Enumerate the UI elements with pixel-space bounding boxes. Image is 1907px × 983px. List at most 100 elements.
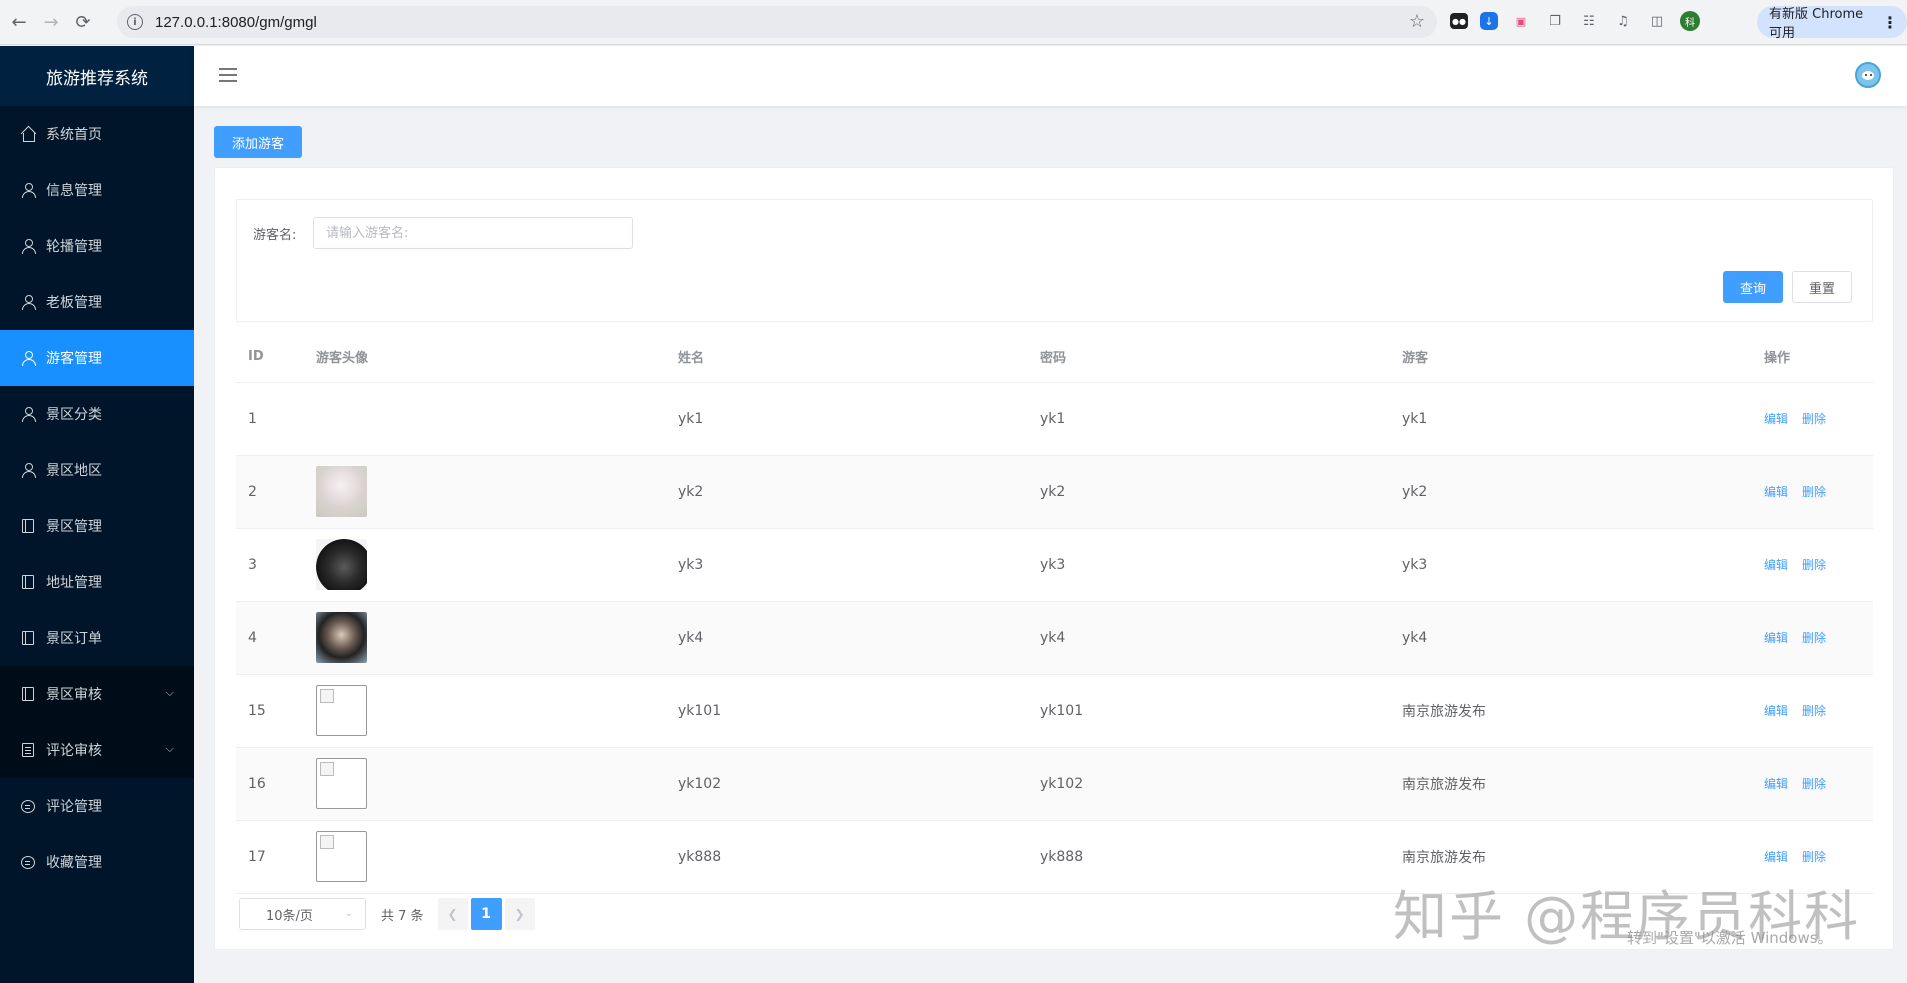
table-row: 4 yk4 yk4 yk4 编辑 删除 [236,601,1873,675]
back-icon[interactable]: ← [6,9,32,35]
sidebar-item-label: 游客管理 [46,351,102,367]
table-row: 15 yk101 yk101 南京旅游发布 编辑 删除 [236,674,1873,748]
extensions-bar: ●● ↓ ▣ ❐ ☷ ♫ ◫ 科 [1450,10,1700,32]
sidebar-item-1[interactable]: 信息管理 [0,162,194,218]
sidebar-item-label: 轮播管理 [46,239,102,255]
download-extension-icon[interactable]: ↓ [1480,12,1498,30]
next-page-icon[interactable]: ❯ [504,898,535,930]
cell-avatar [304,528,666,602]
sidebar-item-11[interactable]: 评论审核 ⌵ [0,722,194,778]
sidebar-item-6[interactable]: 景区地区 [0,442,194,498]
cell-password: yk1 [1028,382,1390,456]
cell-id: 1 [236,382,304,456]
visitor-avatar [316,466,367,517]
cell-name: yk101 [666,674,1028,748]
cell-avatar [304,747,666,821]
reset-button[interactable]: 重置 [1792,271,1852,303]
edit-button[interactable]: 编辑 [1764,412,1788,426]
sidebar-item-label: 老板管理 [46,295,102,311]
header-password[interactable]: 密码 [1028,332,1390,383]
sidebar-item-label: 景区管理 [46,519,102,535]
visitor-name-search-input[interactable] [313,217,633,249]
gamepad-extension-icon[interactable]: ●● [1450,13,1468,29]
visitor-avatar [316,612,367,663]
cell-password: yk888 [1028,820,1390,894]
url-text[interactable]: 127.0.0.1:8080/gm/gmgl [155,14,317,31]
sidebar-item-2[interactable]: 轮播管理 [0,218,194,274]
search-panel: 游客名: 查询 重置 [236,199,1873,322]
doc-icon [20,742,36,758]
sidebar-item-label: 信息管理 [46,183,102,199]
sidebar-item-9[interactable]: 景区订单 [0,610,194,666]
page-size-select[interactable]: 10条/页 ⌄ [239,898,366,930]
puzzle-extension-icon[interactable]: ☷ [1578,10,1600,32]
cell-password: yk2 [1028,455,1390,529]
sidebar-item-0[interactable]: 系统首页 [0,106,194,162]
header-id[interactable]: ID [236,332,304,383]
sidebar-item-label: 评论管理 [46,799,102,815]
cell-password: yk101 [1028,674,1390,748]
edit-button[interactable]: 编辑 [1764,631,1788,645]
sidebar-item-8[interactable]: 地址管理 [0,554,194,610]
user-icon [20,294,36,310]
forward-icon[interactable]: → [38,9,64,35]
edit-button[interactable]: 编辑 [1764,485,1788,499]
delete-button[interactable]: 删除 [1802,412,1826,426]
site-info-icon[interactable]: i [127,14,143,30]
chevron-down-icon: ⌵ [165,742,174,755]
bookmark-star-icon[interactable]: ☆ [1409,11,1425,32]
header-avatar[interactable]: 游客头像 [304,332,666,383]
edit-button[interactable]: 编辑 [1764,777,1788,791]
chrome-update-text: 有新版 Chrome 可用 [1769,7,1864,41]
sidebar-item-10[interactable]: 景区审核 ⌵ [0,666,194,722]
delete-button[interactable]: 删除 [1802,850,1826,864]
cell-actions: 编辑 删除 [1752,601,1873,675]
cell-visitor: 南京旅游发布 [1390,674,1752,748]
sidebar-item-4[interactable]: 游客管理 [0,330,194,386]
copy-extension-icon[interactable]: ❐ [1544,10,1566,32]
profile-avatar-icon[interactable]: 科 [1680,11,1700,31]
menu-toggle-icon[interactable] [219,68,237,82]
header-name[interactable]: 姓名 [666,332,1028,383]
address-bar[interactable]: i 127.0.0.1:8080/gm/gmgl ☆ [117,6,1437,38]
sidebar-item-label: 收藏管理 [46,855,102,871]
cell-password: yk3 [1028,528,1390,602]
sidebar-item-5[interactable]: 景区分类 [0,386,194,442]
media-control-icon[interactable]: ♫ [1612,10,1634,32]
chrome-update-badge[interactable]: 有新版 Chrome 可用 ⋮ [1757,6,1907,41]
cell-visitor: yk1 [1390,382,1752,456]
edit-button[interactable]: 编辑 [1764,558,1788,572]
sidebar-item-13[interactable]: 收藏管理 [0,834,194,890]
user-avatar[interactable] [1855,62,1881,88]
visitor-avatar [316,539,367,590]
header-visitor[interactable]: 游客 [1390,332,1752,383]
pink-extension-icon[interactable]: ▣ [1510,10,1532,32]
cell-name: yk2 [666,455,1028,529]
cell-name: yk102 [666,747,1028,821]
prev-page-icon[interactable]: ❮ [437,898,468,930]
edit-button[interactable]: 编辑 [1764,704,1788,718]
delete-button[interactable]: 删除 [1802,631,1826,645]
sidebar-item-7[interactable]: 景区管理 [0,498,194,554]
side-panel-icon[interactable]: ◫ [1646,10,1668,32]
delete-button[interactable]: 删除 [1802,777,1826,791]
sidebar-item-label: 评论审核 [46,743,102,759]
delete-button[interactable]: 删除 [1802,558,1826,572]
sidebar-item-label: 景区审核 [46,687,102,703]
cell-id: 2 [236,455,304,529]
delete-button[interactable]: 删除 [1802,485,1826,499]
page-size-value: 10条/页 [266,908,313,924]
cell-name: yk1 [666,382,1028,456]
cell-visitor: yk3 [1390,528,1752,602]
page-number[interactable]: 1 [470,898,502,930]
reload-icon[interactable]: ⟳ [70,9,96,35]
sidebar-item-12[interactable]: 评论管理 [0,778,194,834]
total-count: 共 7 条 [381,908,424,924]
add-visitor-button[interactable]: 添加游客 [214,126,302,158]
delete-button[interactable]: 删除 [1802,704,1826,718]
query-button[interactable]: 查询 [1723,271,1783,303]
more-menu-icon[interactable]: ⋮ [1882,13,1898,32]
sidebar-item-3[interactable]: 老板管理 [0,274,194,330]
edit-button[interactable]: 编辑 [1764,850,1788,864]
visitor-table: ID 游客头像 姓名 密码 游客 操作 1 yk1 yk1 yk1 编辑 删除 2 yk2 yk… [236,332,1873,894]
